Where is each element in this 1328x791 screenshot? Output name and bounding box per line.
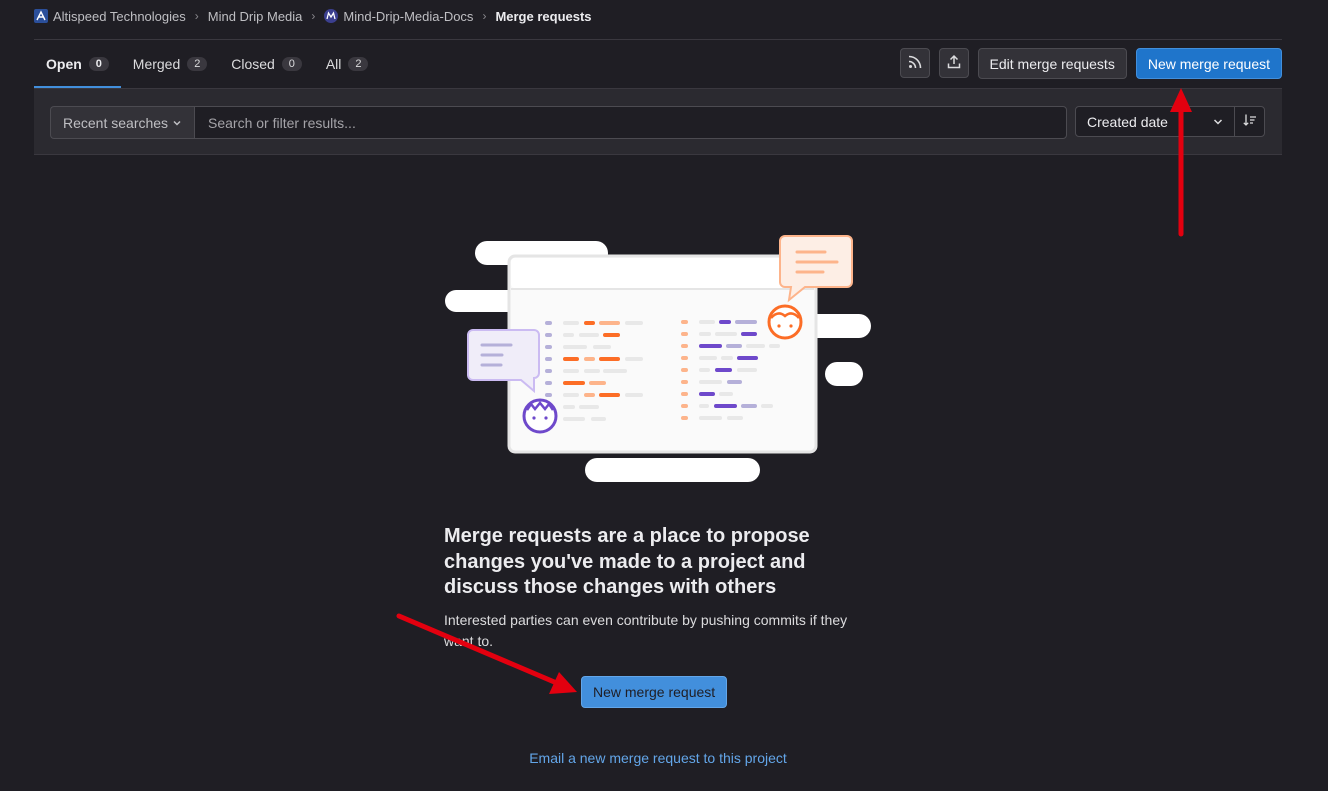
merge-request-tabs: Open 0 Merged 2 Closed 0 All 2 xyxy=(34,40,380,88)
tab-label: Closed xyxy=(231,56,275,72)
empty-state-title: Merge requests are a place to propose ch… xyxy=(444,525,810,598)
new-merge-request-button[interactable]: New merge request xyxy=(1135,48,1282,79)
tab-label: Merged xyxy=(132,56,181,72)
tab-label: Open xyxy=(46,56,82,72)
export-button[interactable] xyxy=(938,48,969,78)
breadcrumb: Altispeed Technologies › Mind Drip Media… xyxy=(34,0,592,32)
chevron-down-icon xyxy=(1212,116,1224,128)
tab-all[interactable]: All 2 xyxy=(314,40,381,88)
chevron-right-icon: › xyxy=(311,9,316,23)
breadcrumb-label: Mind Drip Media xyxy=(207,8,303,24)
sort-lowest-icon xyxy=(1242,112,1258,131)
chevron-down-icon xyxy=(172,118,182,128)
export-icon xyxy=(946,54,962,73)
sort-direction-button[interactable] xyxy=(1234,106,1265,137)
altispeed-logo-icon xyxy=(34,9,48,23)
breadcrumb-label: Mind-Drip-Media-Docs xyxy=(343,8,474,24)
search-input[interactable] xyxy=(194,106,1067,139)
rss-icon xyxy=(907,54,923,73)
tab-open[interactable]: Open 0 xyxy=(34,40,121,88)
breadcrumb-label: Altispeed Technologies xyxy=(53,8,186,24)
breadcrumb-item-altispeed[interactable]: Altispeed Technologies xyxy=(34,9,186,24)
count-badge: 2 xyxy=(348,57,369,71)
toolbar-actions: Edit merge requests New merge request xyxy=(899,48,1282,79)
sort-label: Created date xyxy=(1087,113,1168,130)
new-merge-request-button-empty-state[interactable]: New merge request xyxy=(581,676,728,708)
empty-state-illustration xyxy=(445,234,871,484)
count-badge: 0 xyxy=(88,57,109,71)
rss-button[interactable] xyxy=(899,48,930,78)
filter-bar: Recent searches Created date xyxy=(34,88,1282,155)
chevron-right-icon: › xyxy=(482,9,487,23)
empty-state-description: Interested parties can even contribute b… xyxy=(444,612,848,649)
edit-merge-requests-button[interactable]: Edit merge requests xyxy=(977,48,1127,79)
chevron-right-icon: › xyxy=(194,9,199,23)
recent-searches-dropdown[interactable]: Recent searches xyxy=(50,106,194,139)
recent-searches-label: Recent searches xyxy=(63,114,169,131)
project-avatar-icon xyxy=(324,9,339,23)
tab-label: All xyxy=(325,56,342,72)
breadcrumb-item-mind-drip-media[interactable]: Mind Drip Media xyxy=(208,9,303,24)
tab-closed[interactable]: Closed 0 xyxy=(219,40,314,88)
breadcrumb-item-current[interactable]: Merge requests xyxy=(495,9,591,24)
sort-dropdown[interactable]: Created date xyxy=(1075,106,1235,137)
tab-merged[interactable]: Merged 2 xyxy=(121,40,219,88)
breadcrumb-item-project[interactable]: Mind-Drip-Media-Docs xyxy=(324,9,473,24)
count-badge: 2 xyxy=(187,57,208,71)
count-badge: 0 xyxy=(281,57,302,71)
email-merge-request-link[interactable]: Email a new merge request to this projec… xyxy=(0,750,1316,766)
